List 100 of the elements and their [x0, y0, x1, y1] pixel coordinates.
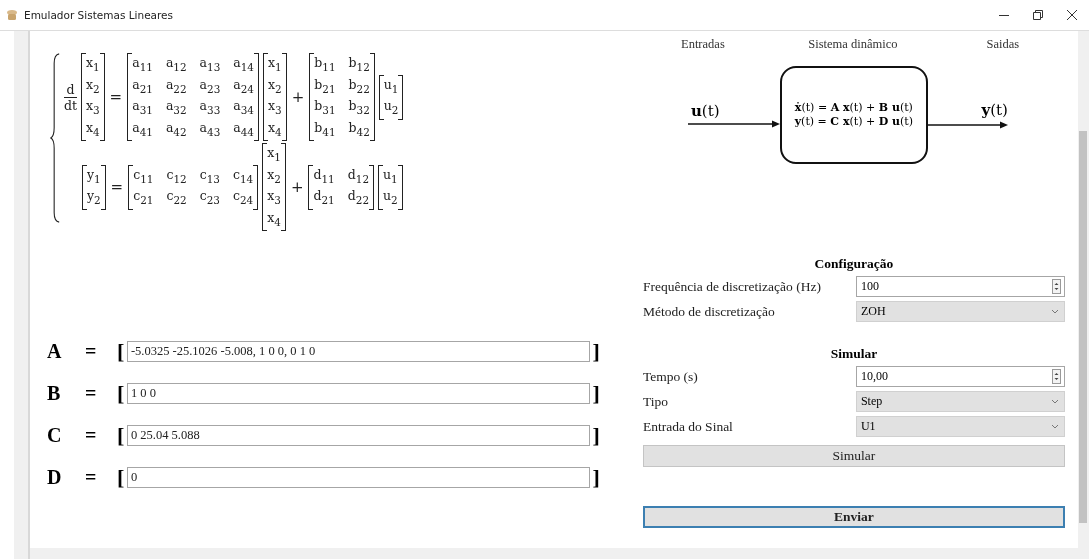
dropdown[interactable]: U1 — [855, 416, 1065, 437]
matrix-entry: u$_{1}$ — [383, 165, 398, 186]
matrix-label: C — [46, 424, 63, 447]
matrix-entry: x$_{4}$ — [268, 118, 282, 139]
spinner-arrows-icon[interactable] — [1051, 279, 1061, 294]
matrix-entry: a$_{13}$ — [199, 54, 221, 75]
open-bracket: [ — [116, 382, 126, 405]
matrix-input[interactable]: -5.0325 -25.1026 -5.008, 1 0 0, 0 1 0 — [126, 341, 590, 362]
matrix-entry: u$_{1}$ — [383, 75, 399, 96]
open-bracket: [ — [116, 466, 126, 489]
simulate-button[interactable]: Simular — [642, 445, 1065, 467]
matrix-entry: b$_{21}$ — [314, 75, 336, 96]
close-bracket: ] — [591, 382, 600, 405]
dropdown-value: U1 — [860, 419, 877, 434]
restore-icon[interactable] — [1033, 10, 1043, 20]
operator: + — [289, 178, 305, 196]
matrix-entry: a$_{33}$ — [199, 97, 221, 118]
close-icon[interactable] — [1067, 10, 1077, 20]
matrix-entry: c$_{14}$ — [232, 165, 254, 186]
matrix-input[interactable]: 1 0 0 — [126, 383, 590, 404]
matrix-entry: x$_{2}$ — [268, 75, 282, 96]
matrix-entry: a$_{14}$ — [233, 54, 254, 75]
field-label: Tipo — [642, 393, 669, 410]
matrix-entry: x$_{3}$ — [85, 97, 100, 118]
matrix-entry: c$_{24}$ — [232, 187, 254, 208]
matrix-entry: a$_{34}$ — [233, 97, 254, 118]
fraction-denominator: dt — [63, 97, 77, 113]
scrollbar-thumb[interactable] — [1079, 131, 1088, 523]
vertical-scrollbar[interactable] — [1077, 31, 1089, 559]
matrix-entry: a$_{32}$ — [165, 97, 187, 118]
matrix-entry: x$_{2}$ — [85, 75, 100, 96]
matrix-entry: b$_{11}$ — [314, 54, 336, 75]
matrix-entry: x$_{4}$ — [267, 208, 281, 229]
matrix-entry: y$_{1}$ — [86, 165, 101, 186]
matrix-entry: a$_{24}$ — [233, 75, 254, 96]
chevron-down-icon — [1050, 424, 1059, 429]
matrix-entry: a$_{12}$ — [165, 54, 187, 75]
matrix-entry: a$_{23}$ — [199, 75, 221, 96]
operator: = — [108, 88, 124, 106]
submit-button[interactable]: Enviar — [642, 506, 1065, 528]
matrix-entry: a$_{41}$ — [132, 118, 153, 139]
diagram-heading: Saidas — [985, 37, 1021, 52]
matrix-entry: c$_{23}$ — [199, 187, 220, 208]
dropdown-value: ZOH — [860, 304, 887, 319]
dropdown[interactable]: Step — [855, 391, 1065, 412]
matrix-entry: x$_{2}$ — [267, 165, 281, 186]
matrix-entry: d$_{11}$ — [313, 165, 335, 186]
matrix-entry: b$_{41}$ — [314, 118, 336, 139]
fraction-numerator: d — [66, 81, 75, 97]
spin-value: 10,00 — [860, 369, 889, 384]
matrix-entry: u$_{2}$ — [383, 97, 399, 118]
system-equation: y(t) = C x(t) + D u(t) — [794, 115, 914, 129]
matrix-input[interactable]: 0 — [126, 467, 590, 488]
app-icon — [6, 9, 18, 21]
matrix-entry: a$_{44}$ — [233, 118, 254, 139]
matrix-entry: c$_{11}$ — [133, 165, 154, 186]
open-bracket: [ — [116, 424, 126, 447]
matrix-entry: a$_{42}$ — [165, 118, 187, 139]
matrix-entry: a$_{31}$ — [132, 97, 153, 118]
matrix-entry: b$_{22}$ — [348, 75, 370, 96]
dropdown[interactable]: ZOH — [855, 301, 1065, 322]
system-equation: ẋ(t) = A x(t) + B u(t) — [794, 101, 913, 115]
field-label: Método de discretização — [642, 303, 776, 320]
matrix-entry: x$_{4}$ — [85, 118, 100, 139]
spinner-arrows-icon[interactable] — [1051, 369, 1061, 384]
matrix-entry: c$_{21}$ — [133, 187, 154, 208]
matrix-entry: a$_{21}$ — [132, 75, 153, 96]
open-bracket: [ — [116, 340, 126, 363]
matrix-entry: b$_{42}$ — [348, 118, 370, 139]
operator: = — [109, 178, 125, 196]
field-label: Entrada do Sinal — [642, 418, 734, 435]
matrix-label: A — [46, 340, 63, 363]
matrix-entry: x$_{1}$ — [267, 144, 281, 165]
section-title: Configuração — [813, 256, 895, 272]
matrix-input[interactable]: 0 25.04 5.088 — [126, 425, 590, 446]
spin-box[interactable]: 100 — [855, 276, 1065, 297]
operator: + — [290, 88, 306, 106]
equals-sign: = — [84, 424, 98, 447]
matrix-entry: x$_{1}$ — [85, 54, 100, 75]
horizontal-scrollbar[interactable] — [29, 548, 1078, 559]
chevron-down-icon — [1050, 399, 1059, 404]
matrix-entry: a$_{22}$ — [165, 75, 187, 96]
matrix-entry: u$_{2}$ — [383, 187, 398, 208]
matrix-entry: c$_{22}$ — [166, 187, 187, 208]
dropdown-value: Step — [860, 394, 884, 409]
matrix-label: B — [46, 382, 62, 405]
output-signal-label: y(t) — [981, 101, 1008, 119]
equals-sign: = — [84, 340, 98, 363]
input-signal-label: u(t) — [690, 102, 720, 120]
matrix-entry: y$_{2}$ — [86, 187, 101, 208]
matrix-entry: c$_{13}$ — [199, 165, 220, 186]
spin-box[interactable]: 10,00 — [855, 366, 1065, 387]
close-bracket: ] — [591, 466, 600, 489]
equals-sign: = — [84, 382, 98, 405]
matrix-entry: x$_{3}$ — [267, 187, 281, 208]
spin-value: 100 — [860, 279, 880, 294]
minimize-icon[interactable] — [999, 14, 1009, 16]
matrix-entry: x$_{3}$ — [268, 97, 282, 118]
close-bracket: ] — [591, 340, 600, 363]
field-label: Frequência de discretização (Hz) — [642, 278, 822, 295]
